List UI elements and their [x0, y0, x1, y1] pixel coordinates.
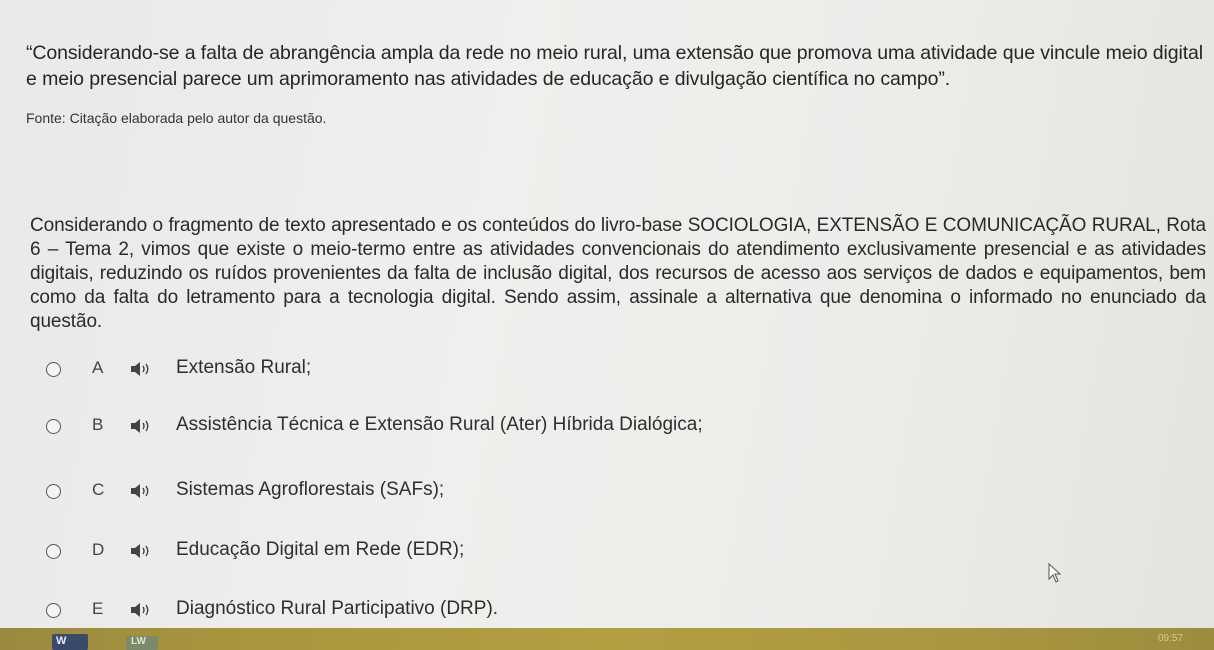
taskbar-app-label: W: [56, 635, 68, 647]
option-d[interactable]: D Educação Digital em Rede (EDR);: [0, 532, 1214, 572]
option-text: Sistemas Agroflorestais (SAFs);: [176, 479, 445, 500]
speaker-icon[interactable]: [130, 543, 152, 559]
question-quote: “Considerando-se a falta de abrangência …: [26, 42, 1204, 90]
word-icon[interactable]: W: [52, 634, 88, 650]
option-text: Extensão Rural;: [176, 357, 312, 378]
taskbar: W LW 09:57: [0, 628, 1214, 650]
option-b[interactable]: B Assistência Técnica e Extensão Rural (…: [0, 407, 1214, 447]
option-c[interactable]: C Sistemas Agroflorestais (SAFs);: [0, 472, 1214, 512]
option-e[interactable]: E Diagnóstico Rural Participativo (DRP).: [0, 591, 1214, 631]
radio-button[interactable]: [46, 484, 61, 499]
speaker-icon[interactable]: [130, 418, 152, 434]
option-text: Assistência Técnica e Extensão Rural (At…: [176, 414, 703, 435]
option-a[interactable]: A Extensão Rural;: [0, 350, 1214, 390]
question-page: “Considerando-se a falta de abrangência …: [0, 0, 1214, 628]
question-statement: Considerando o fragmento de texto aprese…: [30, 215, 1206, 332]
quote-source: Fonte: Citação elaborada pelo autor da q…: [26, 110, 327, 126]
radio-button[interactable]: [46, 603, 61, 618]
option-letter: A: [92, 358, 104, 377]
speaker-icon[interactable]: [130, 483, 152, 499]
option-text: Educação Digital em Rede (EDR);: [176, 539, 465, 560]
radio-button[interactable]: [46, 362, 61, 377]
option-text: Diagnóstico Rural Participativo (DRP).: [176, 598, 499, 619]
taskbar-clock: 09:57: [1158, 633, 1184, 644]
option-letter: C: [92, 480, 105, 499]
option-letter: E: [92, 599, 104, 618]
radio-button[interactable]: [46, 419, 61, 434]
radio-button[interactable]: [46, 544, 61, 559]
mouse-cursor-icon: [1048, 563, 1062, 583]
taskbar-app-label: LW: [131, 636, 146, 647]
speaker-icon[interactable]: [130, 361, 152, 377]
app-icon[interactable]: LW: [126, 636, 158, 650]
speaker-icon[interactable]: [130, 602, 152, 618]
option-letter: D: [92, 540, 105, 559]
option-letter: B: [92, 415, 104, 434]
